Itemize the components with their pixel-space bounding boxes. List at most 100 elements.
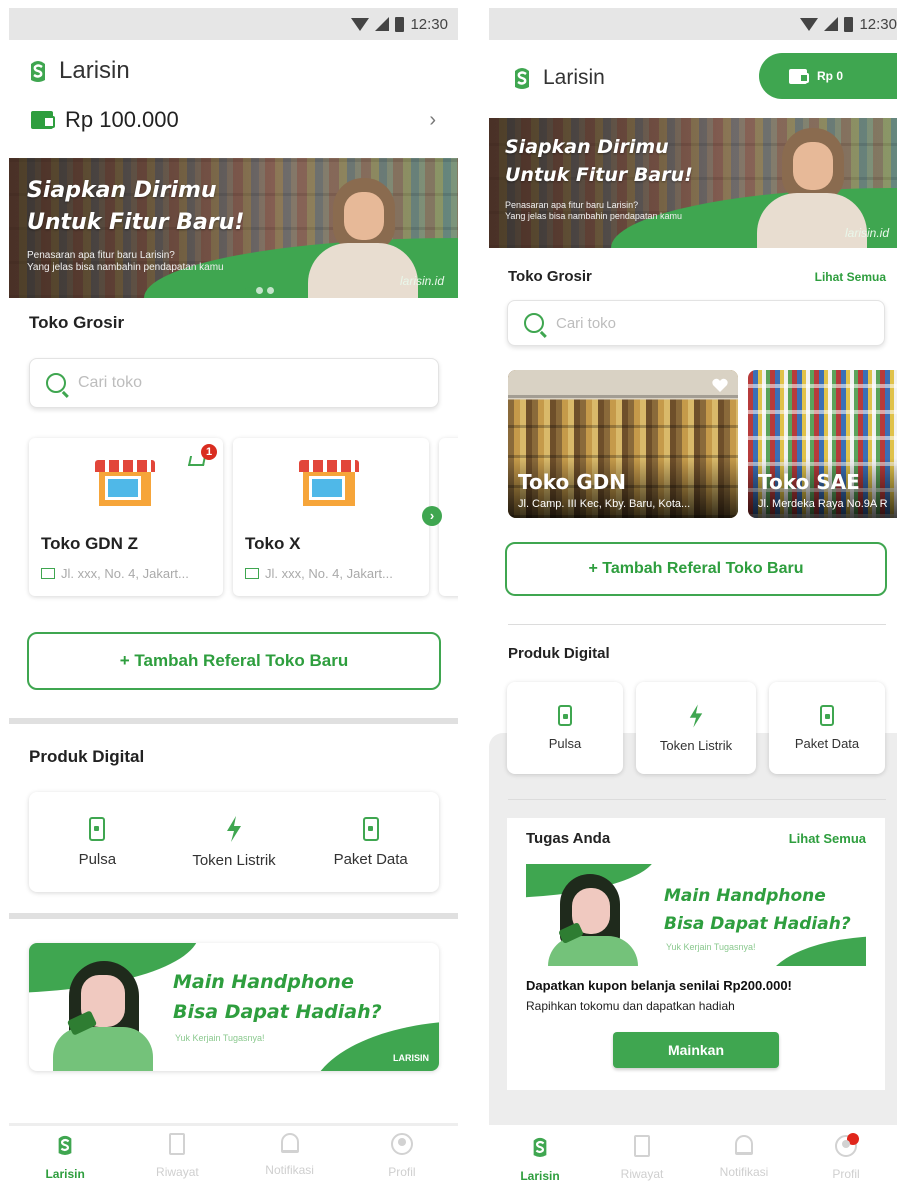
nav-riwayat[interactable]: Riwayat [121, 1133, 233, 1189]
phone-icon [558, 705, 572, 726]
search-input[interactable] [78, 374, 422, 392]
signal-icon [375, 17, 390, 31]
nav-profil[interactable]: Profil [346, 1133, 458, 1189]
tasks-title: Tugas Anda [526, 830, 611, 847]
carousel-dot[interactable] [256, 287, 263, 294]
store-address: Jl. xxx, No. 4, Jakart... [245, 566, 393, 581]
digital-item-token-listrik[interactable]: Token Listrik [166, 792, 303, 892]
store-search[interactable] [507, 300, 885, 346]
digital-item-label: Pulsa [548, 736, 582, 751]
see-all-stores-link[interactable]: Lihat Semua [815, 270, 886, 284]
banner-sub-2: Yang jelas bisa nambahin pendapatan kamu [505, 211, 682, 221]
divider [9, 718, 458, 724]
bottom-navigation: Larisin Riwayat Notifikasi Profil [489, 1125, 897, 1189]
promo-headline-1: Main Handphone [173, 971, 354, 993]
wifi-icon [800, 17, 819, 31]
history-icon [634, 1135, 650, 1157]
screen-home-v2: 12:30 Larisin Rp 0 Siapkan Dirimu Untuk … [489, 8, 897, 1189]
larisin-logo-icon [533, 1137, 547, 1157]
digital-item-paket-data[interactable]: Paket Data [769, 682, 885, 774]
carousel-dot[interactable] [267, 287, 274, 294]
task-headline: Dapatkan kupon belanja senilai Rp200.000… [526, 978, 792, 993]
promo-headline-2: Bisa Dapat Hadiah? [173, 1001, 382, 1023]
digital-section-title: Produk Digital [508, 645, 610, 662]
store-address: Jl. xxx, No. 4, Jakart... [41, 566, 189, 581]
digital-item-pulsa[interactable]: Pulsa [507, 682, 623, 774]
digital-item-label: Token Listrik [659, 737, 733, 753]
promo-sub: Yuk Kerjain Tugasnya! [666, 942, 756, 952]
stores-section-title: Toko Grosir [508, 268, 592, 285]
digital-item-pulsa[interactable]: Pulsa [29, 792, 166, 892]
nav-label: Riwayat [620, 1167, 664, 1181]
nav-notifikasi[interactable]: Notifikasi [693, 1135, 795, 1189]
cart-icon[interactable]: 1 [187, 444, 217, 470]
store-card[interactable]: 1 Toko GDN Z Jl. xxx, No. 4, Jakart... [29, 438, 223, 596]
larisin-logo-icon [58, 1135, 72, 1155]
nav-riwayat[interactable]: Riwayat [591, 1135, 693, 1189]
add-referral-button[interactable]: + Tambah Referal Toko Baru [505, 542, 887, 596]
banner-headline-1: Siapkan Dirimu [505, 136, 669, 158]
stores-section-header: Toko Grosir Lihat Semua [508, 268, 886, 285]
status-bar: 12:30 [9, 8, 458, 40]
store-card[interactable]: Toko GDN Jl. Camp. III Kec, Kby. Baru, K… [508, 370, 738, 518]
screen-home-v1: 12:30 Larisin Rp 100.000 › Siapkan Dirim… [9, 8, 458, 1189]
signal-icon [824, 17, 839, 31]
balance-row[interactable]: Rp 100.000 › [9, 102, 458, 138]
bell-icon [735, 1135, 753, 1155]
app-name: Larisin [543, 66, 605, 89]
promo-sub: Yuk Kerjain Tugasnya! [175, 1033, 265, 1043]
history-icon [169, 1133, 186, 1155]
digital-products-card: Pulsa Token Listrik Paket Data [29, 792, 439, 892]
store-name: Toko GDN Z [41, 534, 138, 553]
add-referral-button[interactable]: + Tambah Referal Toko Baru [27, 632, 441, 690]
store-name: Toko SAE [758, 470, 860, 494]
nav-label: Larisin [520, 1169, 560, 1183]
digital-item-paket-data[interactable]: Paket Data [302, 792, 439, 892]
nav-label: Profil [832, 1167, 860, 1181]
promo-banner[interactable]: Siapkan Dirimu Untuk Fitur Baru! Penasar… [9, 158, 458, 298]
store-search[interactable] [29, 358, 439, 408]
nav-label: Riwayat [156, 1165, 199, 1179]
tasks-card: Tugas Anda Lihat Semua Main Handphone Bi… [507, 818, 885, 1090]
nav-notifikasi[interactable]: Notifikasi [234, 1133, 346, 1189]
divider [9, 1123, 458, 1126]
banner-headline-1: Siapkan Dirimu [27, 178, 217, 203]
banner-sub-1: Penasaran apa fitur baru Larisin? [505, 200, 639, 210]
store-card[interactable]: Toko SAE Jl. Merdeka Raya No.9A R [748, 370, 897, 518]
nav-larisin[interactable]: Larisin [9, 1133, 121, 1189]
app-header: Larisin [9, 40, 458, 102]
profile-icon [835, 1133, 859, 1157]
nav-label: Profil [388, 1165, 416, 1179]
carousel-dots[interactable] [245, 287, 274, 294]
digital-item-token-listrik[interactable]: Token Listrik [636, 682, 756, 774]
balance-pill[interactable]: Rp 0 [759, 53, 897, 99]
lightning-icon [227, 815, 241, 842]
banner-headline-2: Untuk Fitur Baru! [505, 164, 693, 186]
favorite-heart-icon[interactable] [712, 378, 728, 392]
search-input[interactable] [556, 314, 868, 332]
banner-sub-1: Penasaran apa fitur baru Larisin? [27, 250, 175, 261]
nav-profil[interactable]: Profil [795, 1133, 897, 1189]
profile-icon [390, 1133, 413, 1155]
carousel-dot[interactable] [245, 287, 252, 294]
play-button[interactable]: Mainkan [613, 1032, 779, 1068]
task-promo-banner[interactable]: Main Handphone Bisa Dapat Hadiah? Yuk Ke… [526, 864, 866, 966]
promo-banner[interactable]: Siapkan Dirimu Untuk Fitur Baru! Penasar… [489, 118, 897, 248]
task-promo-banner[interactable]: Main Handphone Bisa Dapat Hadiah? Yuk Ke… [29, 943, 439, 1071]
store-address: Jl. Merdeka Raya No.9A R [758, 498, 888, 510]
digital-item-label: Pulsa [78, 850, 117, 868]
store-card[interactable]: Toko X Jl. xxx, No. 4, Jakart... [233, 438, 429, 596]
notification-dot [847, 1133, 859, 1145]
lightning-icon [689, 703, 703, 728]
see-all-tasks-link[interactable]: Lihat Semua [789, 831, 866, 846]
search-icon [524, 313, 544, 333]
chevron-right-icon[interactable]: › [429, 109, 436, 132]
store-address: Jl. Camp. III Kec, Kby. Baru, Kota... [518, 498, 691, 510]
promo-brand: LARISIN [393, 1053, 429, 1063]
nav-larisin[interactable]: Larisin [489, 1135, 591, 1189]
digital-item-label: Token Listrik [192, 851, 276, 869]
cart-badge: 1 [201, 444, 217, 460]
wallet-icon [31, 111, 55, 129]
next-arrow-icon[interactable]: › [422, 506, 442, 526]
status-bar: 12:30 [489, 8, 897, 40]
